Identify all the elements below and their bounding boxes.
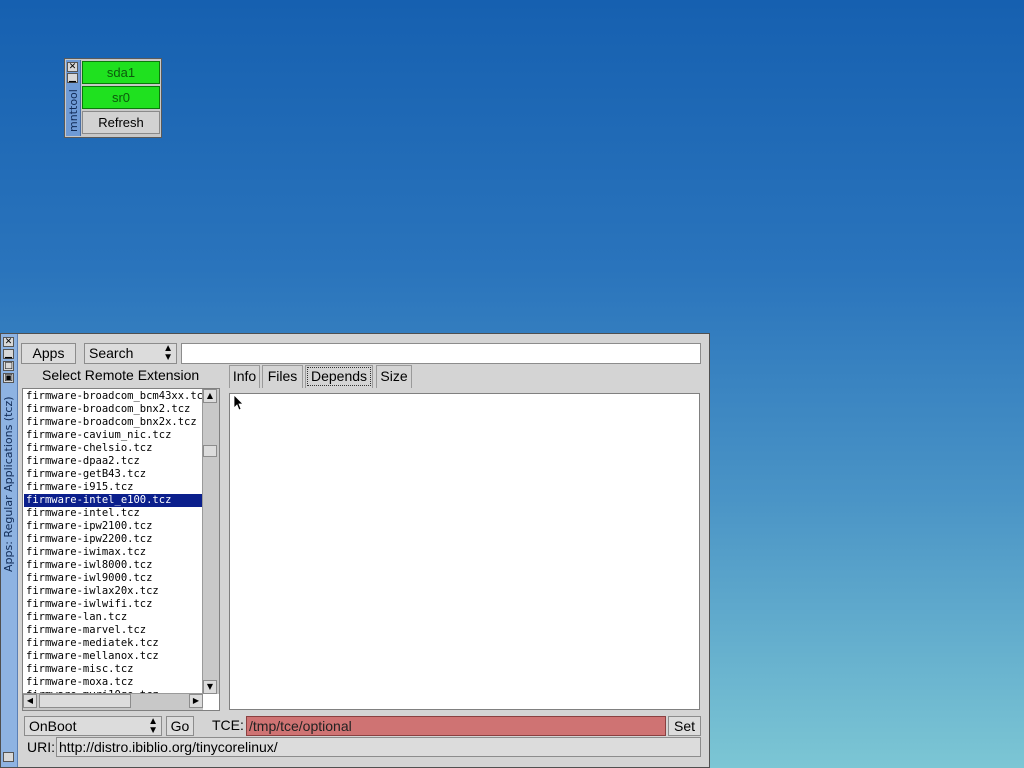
search-mode-select[interactable]: Search ▲ ▼ <box>84 343 177 364</box>
scroll-right-icon[interactable]: ▶ <box>189 694 203 708</box>
horizontal-scroll-thumb[interactable] <box>39 694 131 708</box>
list-item[interactable]: firmware-moxa.tcz <box>24 676 207 689</box>
list-item[interactable]: firmware-ipw2200.tcz <box>24 533 207 546</box>
maximize-icon[interactable]: □ <box>3 361 14 371</box>
set-button[interactable]: Set <box>668 716 701 736</box>
tab-depends[interactable]: Depends <box>305 365 373 388</box>
tab-files[interactable]: Files <box>262 365 303 388</box>
tab-info[interactable]: Info <box>229 365 260 388</box>
refresh-button[interactable]: Refresh <box>82 111 160 134</box>
list-item[interactable]: firmware-iwlwifi.tcz <box>24 598 207 611</box>
minimize-icon[interactable]: ▁ <box>3 349 14 359</box>
list-item[interactable]: firmware-marvel.tcz <box>24 624 207 637</box>
list-item[interactable]: firmware-dpaa2.tcz <box>24 455 207 468</box>
vertical-scrollbar[interactable]: ▲ ▼ <box>202 389 219 694</box>
list-item[interactable]: firmware-chelsio.tcz <box>24 442 207 455</box>
updown-arrows-icon: ▲ ▼ <box>163 343 173 363</box>
list-item[interactable]: firmware-intel.tcz <box>24 507 207 520</box>
list-item[interactable]: firmware-iwlax20x.tcz <box>24 585 207 598</box>
apps-window-title: Apps: Regular Applications (tcz) <box>2 396 15 572</box>
mouse-cursor-icon <box>233 394 244 411</box>
mount-tool-title: mnttool <box>67 89 80 132</box>
restore-icon[interactable]: ▣ <box>3 373 14 383</box>
apps-menu-button[interactable]: Apps <box>21 343 76 364</box>
list-item[interactable]: firmware-intel_e100.tcz <box>24 494 207 507</box>
mount-device-button-sda1[interactable]: sda1 <box>82 61 160 84</box>
apps-window-titlebar[interactable]: ✕ ▁ □ ▣ Apps: Regular Applications (tcz) <box>1 334 18 767</box>
list-item[interactable]: firmware-i915.tcz <box>24 481 207 494</box>
close-icon[interactable]: ✕ <box>3 337 14 347</box>
extension-list[interactable]: firmware-broadcom_bcm43xx.tcz firmware-br… <box>22 388 220 711</box>
list-item[interactable]: firmware-iwl8000.tcz <box>24 559 207 572</box>
list-item[interactable]: firmware-misc.tcz <box>24 663 207 676</box>
list-item[interactable]: firmware-iwl9000.tcz <box>24 572 207 585</box>
minimize-icon[interactable]: ▁ <box>67 73 78 83</box>
updown-arrows-icon: ▲ ▼ <box>148 716 158 736</box>
mount-tool-titlebar[interactable]: ✕ ▁ mnttool <box>66 60 81 136</box>
scroll-up-icon[interactable]: ▲ <box>203 389 217 403</box>
uri-field[interactable]: http://distro.ibiblio.org/tinycorelinux/ <box>56 737 701 757</box>
list-heading: Select Remote Extension <box>42 367 200 383</box>
tce-path-field[interactable]: /tmp/tce/optional <box>246 716 666 736</box>
scroll-left-icon[interactable]: ◀ <box>23 694 37 708</box>
go-button[interactable]: Go <box>166 716 194 736</box>
install-mode-select[interactable]: OnBoot ▲ ▼ <box>24 716 162 736</box>
list-item[interactable]: firmware-mellanox.tcz <box>24 650 207 663</box>
list-item[interactable]: firmware-mediatek.tcz <box>24 637 207 650</box>
resize-handle-icon[interactable] <box>3 752 14 762</box>
list-item[interactable]: firmware-ipw2100.tcz <box>24 520 207 533</box>
list-item[interactable]: firmware-cavium_nic.tcz <box>24 429 207 442</box>
list-item[interactable]: firmware-broadcom_bcm43xx.tcz <box>24 390 207 403</box>
search-input[interactable] <box>181 343 701 364</box>
uri-label: URI: <box>27 739 55 755</box>
tab-size[interactable]: Size <box>376 365 412 388</box>
close-icon[interactable]: ✕ <box>67 62 78 72</box>
install-mode-value: OnBoot <box>29 718 77 734</box>
scroll-down-icon[interactable]: ▼ <box>203 680 217 694</box>
list-item[interactable]: firmware-broadcom_bnx2.tcz <box>24 403 207 416</box>
vertical-scroll-thumb[interactable] <box>203 445 217 457</box>
list-item[interactable]: firmware-broadcom_bnx2x.tcz <box>24 416 207 429</box>
apps-menu-label: Apps <box>32 345 65 361</box>
depends-content-area <box>229 393 700 710</box>
mount-device-button-sr0[interactable]: sr0 <box>82 86 160 109</box>
list-item[interactable]: firmware-iwimax.tcz <box>24 546 207 559</box>
list-item[interactable]: firmware-lan.tcz <box>24 611 207 624</box>
horizontal-scrollbar[interactable]: ◀ ▶ <box>23 693 203 710</box>
tce-label: TCE: <box>212 717 244 733</box>
list-item[interactable]: firmware-getB43.tcz <box>24 468 207 481</box>
mount-tool-window: ✕ ▁ mnttool sda1 sr0 Refresh <box>64 58 162 138</box>
search-mode-value: Search <box>89 345 134 361</box>
